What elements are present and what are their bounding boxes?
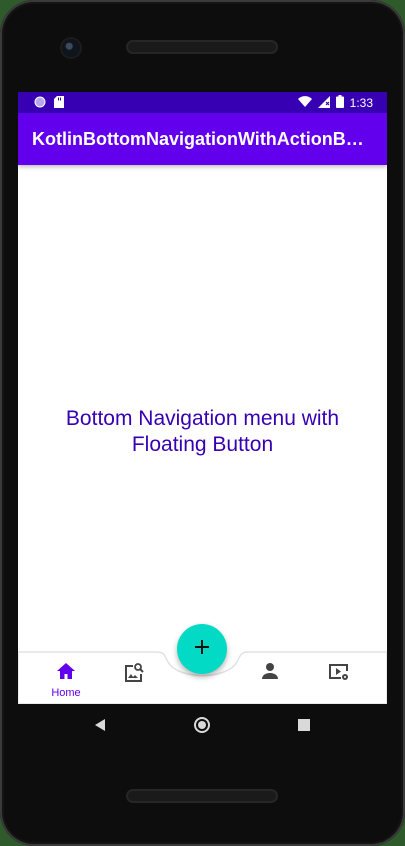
- image-search-icon: [123, 662, 145, 689]
- nav-item-label: Home: [51, 687, 81, 699]
- front-camera: [62, 39, 80, 57]
- recents-square-icon: [298, 719, 310, 731]
- fab-add-button[interactable]: [177, 624, 227, 674]
- main-message-line1: Bottom Navigation menu with: [65, 407, 340, 430]
- back-icon: [95, 719, 105, 731]
- wifi-icon: [297, 95, 312, 111]
- bottom-speaker: [126, 789, 278, 803]
- status-time: 1:33: [349, 96, 373, 110]
- nav-item-video-settings[interactable]: [314, 662, 364, 702]
- status-bar: 1:33: [18, 92, 387, 113]
- add-icon: [194, 639, 210, 660]
- device-screen: 1:33 KotlinBottomNavigationWithActionBut…: [18, 92, 387, 704]
- recents-button[interactable]: [298, 718, 310, 736]
- notification-dot-icon: [34, 96, 46, 111]
- back-button[interactable]: [93, 718, 107, 737]
- system-navigation-bar: [18, 704, 387, 748]
- earpiece-speaker: [126, 40, 278, 54]
- nav-item-profile[interactable]: [245, 662, 295, 702]
- main-message-line2: Floating Button: [131, 433, 274, 456]
- home-system-button[interactable]: [193, 716, 211, 739]
- video-settings-icon: [328, 662, 350, 687]
- nav-item-home[interactable]: Home: [41, 662, 91, 702]
- person-icon: [261, 662, 279, 685]
- sd-card-icon: [54, 96, 64, 111]
- home-circle-icon: [194, 717, 210, 733]
- battery-icon: [335, 95, 344, 111]
- signal-icon: [317, 95, 330, 111]
- main-message: Bottom Navigation menu with Floating But…: [18, 406, 387, 458]
- app-bar: KotlinBottomNavigationWithActionButton: [18, 113, 387, 165]
- app-title: KotlinBottomNavigationWithActionButton: [32, 129, 372, 149]
- phone-frame: 1:33 KotlinBottomNavigationWithActionBut…: [0, 0, 405, 846]
- nav-item-image-search[interactable]: [109, 662, 159, 702]
- home-icon: [56, 662, 76, 685]
